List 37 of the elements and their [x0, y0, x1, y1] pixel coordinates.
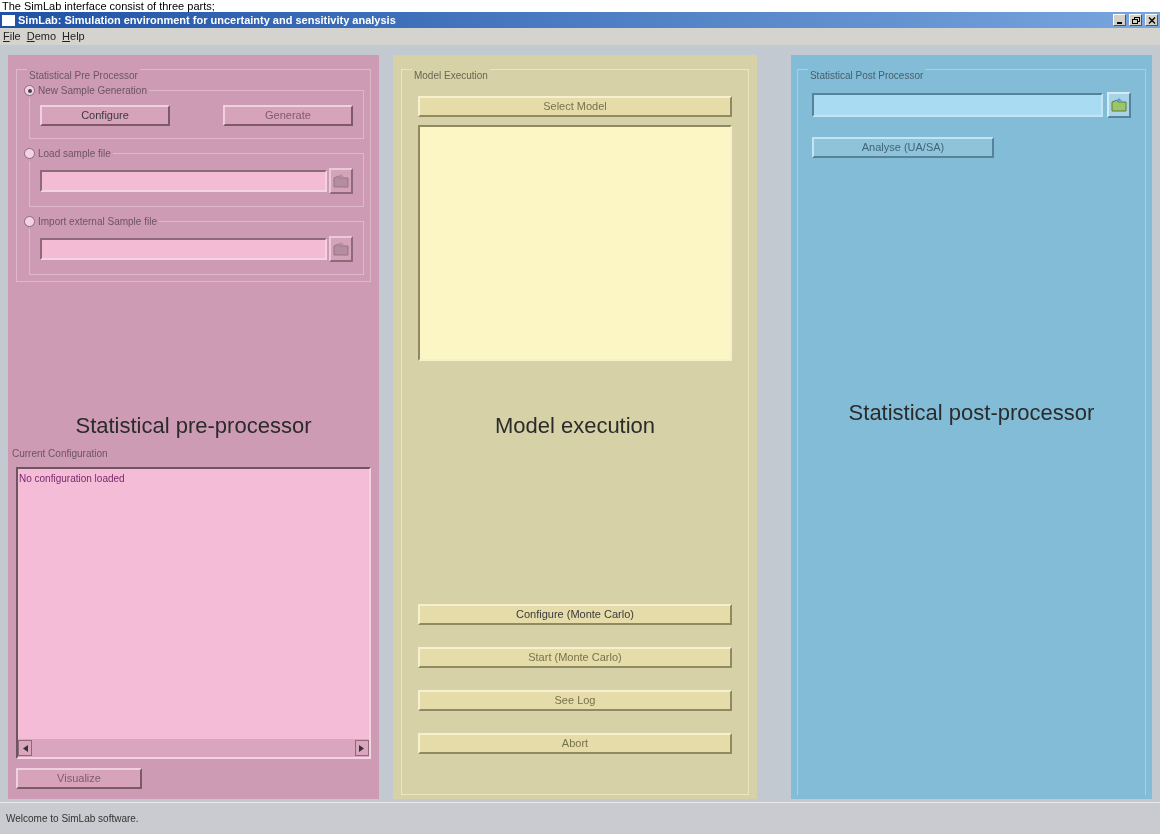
section-label: Model execution — [494, 412, 656, 440]
radio-button[interactable] — [24, 148, 35, 159]
group-title: Statistical Pre Processor — [29, 70, 138, 81]
group-title: Statistical Post Processor — [809, 70, 924, 81]
configuration-text: No configuration loaded — [18, 472, 126, 486]
file-path-field[interactable] — [40, 238, 327, 260]
file-path-field[interactable] — [40, 170, 327, 192]
folder-icon — [1111, 97, 1127, 113]
open-folder-button[interactable] — [328, 168, 353, 194]
window-title: SimLab: Simulation environment for uncertainty and sensitivity analysis — [18, 14, 396, 26]
file-path-field[interactable] — [811, 93, 1103, 117]
minimize-button[interactable] — [1113, 14, 1126, 26]
maximize-button[interactable] — [1129, 14, 1142, 26]
close-icon — [1147, 16, 1156, 24]
menu-item[interactable]: Help — [62, 31, 85, 42]
scroll-right-icon[interactable] — [354, 740, 369, 756]
push-button[interactable]: Configure (Monte Carlo) — [417, 604, 732, 625]
folder-icon — [332, 173, 349, 189]
caption-text: The SimLab interface consist of three parts; — [2, 0, 215, 12]
section-label: Statistical pre-processor — [75, 412, 312, 440]
config-title: Current Configuration — [12, 447, 109, 461]
section-label: Statistical post-processor — [848, 399, 1095, 427]
scroll-left-icon[interactable] — [18, 740, 32, 756]
menu-item[interactable]: Demo — [26, 31, 57, 42]
app-icon — [2, 14, 15, 26]
group-title: Model Execution — [413, 70, 488, 81]
radio-button[interactable] — [24, 216, 35, 227]
close-button[interactable] — [1145, 14, 1158, 26]
open-folder-button[interactable] — [1107, 92, 1131, 118]
maximize-icon — [1131, 16, 1140, 24]
folder-icon — [332, 241, 349, 257]
status-text: Welcome to SimLab software. — [6, 812, 139, 826]
open-folder-button[interactable] — [328, 236, 353, 262]
horizontal-scrollbar[interactable] — [18, 739, 369, 757]
menu-item[interactable]: File — [3, 31, 21, 42]
push-button[interactable]: Configure — [40, 105, 170, 126]
radio-button[interactable] — [24, 85, 35, 96]
